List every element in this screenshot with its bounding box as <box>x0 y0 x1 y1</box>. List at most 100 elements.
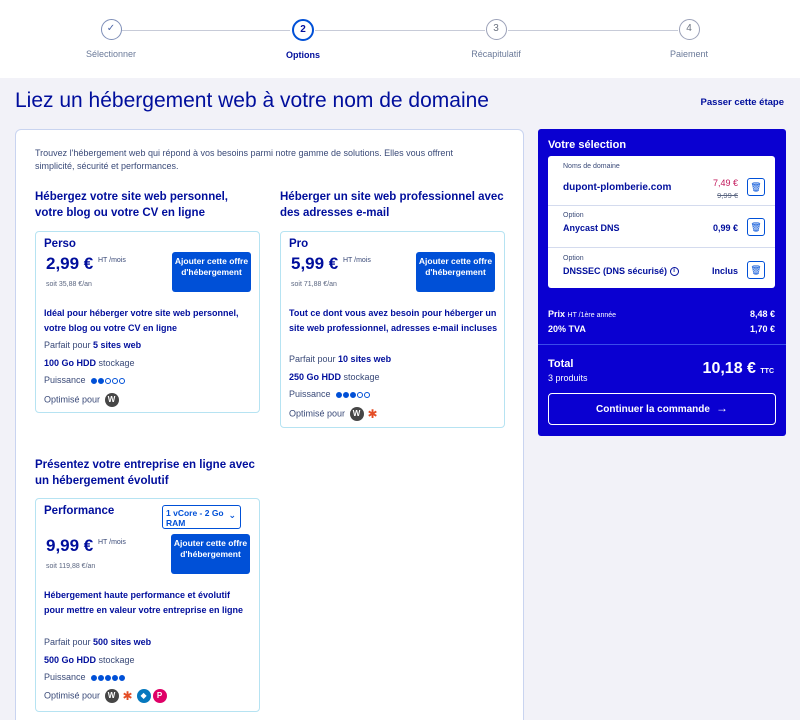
offer-description: Hébergement haute performance et évoluti… <box>44 590 244 615</box>
offer-price: 2,99 € HT /mois <box>46 254 126 273</box>
power-dot <box>364 392 371 399</box>
step-number: 4 <box>678 19 700 40</box>
page-title: Liez un hébergement web à votre nom de d… <box>15 89 489 112</box>
item-kind: Option <box>563 212 584 219</box>
item-kind: Noms de domaine <box>563 163 620 170</box>
offer-yearly-price: soit 71,88 €/an <box>291 281 337 288</box>
power-dot <box>350 392 357 399</box>
total-label: Total <box>548 358 574 370</box>
offer-card-pro: Pro 5,99 € HT /mois soit 71,88 €/an Ajou… <box>280 231 505 428</box>
stepper: ✓ Sélectionner 2 Options 3 Récapitulatif… <box>0 0 800 78</box>
offer-card-perso: Perso 2,99 € HT /mois soit 35,88 €/an Aj… <box>35 231 260 413</box>
offer-description: Tout ce dont vous avez besoin pour héber… <box>289 308 498 333</box>
joomla-icon: ✱ <box>120 689 135 703</box>
info-icon[interactable]: i <box>669 267 679 277</box>
offer-power: Puissance <box>44 672 126 683</box>
continue-order-button[interactable]: Continuer la commande → <box>548 393 776 425</box>
offer-price: 9,99 € HT /mois <box>46 536 126 555</box>
step-number: 3 <box>485 19 507 40</box>
power-dot <box>91 675 98 682</box>
item-price: 7,49 € <box>712 178 738 188</box>
selection-item-domain: Noms de domaine dupont-plomberie.com 7,4… <box>548 156 775 206</box>
power-dot <box>119 675 126 682</box>
check-icon: ✓ <box>100 19 122 40</box>
offer-sites: Parfait pour 10 sites web <box>289 354 392 364</box>
step-label: Options <box>286 50 320 60</box>
power-dot <box>343 392 350 399</box>
offer-storage: 100 Go HDD stockage <box>44 358 135 368</box>
wordpress-icon: W <box>104 393 119 407</box>
joomla-icon: ✱ <box>365 407 380 421</box>
step-label: Sélectionner <box>85 49 137 59</box>
item-price: 0,99 € <box>712 223 738 233</box>
section-heading-perso: Hébergez votre site web personnel, votre… <box>35 191 229 219</box>
step-label: Paiement <box>669 49 709 59</box>
wordpress-icon: W <box>349 407 364 421</box>
item-kind: Option <box>563 255 584 262</box>
power-dot <box>91 378 98 385</box>
intro-text: Trouvez l'hébergement web qui répond à v… <box>35 148 453 171</box>
power-rating <box>91 376 126 386</box>
power-dot <box>105 378 112 385</box>
offer-storage: 500 Go HDD stockage <box>44 655 135 665</box>
step-summary: 3 Récapitulatif <box>436 19 556 59</box>
add-offer-button[interactable]: Ajouter cette offre d'hébergement <box>171 534 250 574</box>
offer-optimized: Optimisé pour W ✱ <box>289 407 380 421</box>
item-old-price: 9,99 € <box>717 191 738 200</box>
skip-step-link[interactable]: Passer cette étape <box>701 97 784 108</box>
prestashop-icon: P <box>152 689 167 703</box>
offer-sites: Parfait pour 5 sites web <box>44 340 142 350</box>
offer-optimized: Optimisé pour W ✱ ◆ P <box>44 689 167 703</box>
tva-row: 20% TVA 1,70 € <box>548 324 775 334</box>
power-dot <box>357 392 364 399</box>
item-price: Inclus <box>711 266 738 276</box>
power-dot <box>98 675 105 682</box>
power-rating <box>336 390 371 400</box>
summary-title: Votre sélection <box>548 139 627 151</box>
power-dot <box>336 392 343 399</box>
item-name: dupont-plomberie.com <box>563 182 672 193</box>
item-name: DNSSEC (DNS sécurisé) i <box>563 266 679 277</box>
trash-icon[interactable]: 🗑 <box>747 178 765 196</box>
offer-card-performance: Performance 1 vCore - 2 Go RAM ⌄ 9,99 € H… <box>35 498 260 712</box>
trash-icon[interactable]: 🗑 <box>747 218 765 236</box>
offer-power: Puissance <box>44 375 126 386</box>
chevron-down-icon: ⌄ <box>228 510 236 520</box>
offer-name: Perso <box>44 238 76 250</box>
drupal-icon: ◆ <box>136 689 151 703</box>
offer-yearly-price: soit 35,88 €/an <box>46 281 92 288</box>
add-offer-button[interactable]: Ajouter cette offre d'hébergement <box>416 252 495 292</box>
section-heading-pro: Héberger un site web professionnel avec … <box>280 191 504 219</box>
order-summary: Votre sélection Noms de domaine dupont-p… <box>538 129 786 436</box>
total-products: 3 produits <box>548 373 588 383</box>
item-name: Anycast DNS <box>563 223 620 233</box>
offer-name: Performance <box>44 505 115 517</box>
power-dot <box>98 378 105 385</box>
step-number: 2 <box>292 19 314 41</box>
offer-price: 5,99 € HT /mois <box>291 254 371 273</box>
step-options: 2 Options <box>243 19 363 60</box>
performance-plan-select[interactable]: 1 vCore - 2 Go RAM ⌄ <box>162 505 241 529</box>
divider <box>538 344 786 345</box>
offer-sites: Parfait pour 500 sites web <box>44 637 152 647</box>
selection-item-dnssec: Option DNSSEC (DNS sécurisé) i Inclus 🗑 <box>548 248 775 288</box>
step-select[interactable]: ✓ Sélectionner <box>51 19 171 59</box>
offer-optimized: Optimisé pour W <box>44 393 119 407</box>
trash-icon[interactable]: 🗑 <box>747 261 765 279</box>
offer-description: Idéal pour héberger votre site web perso… <box>44 308 239 333</box>
power-dot <box>119 378 126 385</box>
total-value: 10,18 € TTC <box>702 360 774 377</box>
selection-list: Noms de domaine dupont-plomberie.com 7,4… <box>548 156 775 288</box>
hosting-offers-card: Trouvez l'hébergement web qui répond à v… <box>15 129 524 720</box>
selection-item-anycast: Option Anycast DNS 0,99 € 🗑 <box>548 206 775 248</box>
arrow-right-icon: → <box>715 401 728 415</box>
power-dot <box>112 378 119 385</box>
add-offer-button[interactable]: Ajouter cette offre d'hébergement <box>172 252 251 292</box>
price-ht-row: Prix HT /1ère année 8,48 € <box>548 309 775 319</box>
power-rating <box>91 673 126 683</box>
power-dot <box>105 675 112 682</box>
step-label: Récapitulatif <box>471 49 521 59</box>
offer-name: Pro <box>289 238 309 250</box>
section-heading-performance: Présentez votre entreprise en ligne avec… <box>35 459 255 487</box>
step-payment: 4 Paiement <box>629 19 749 59</box>
